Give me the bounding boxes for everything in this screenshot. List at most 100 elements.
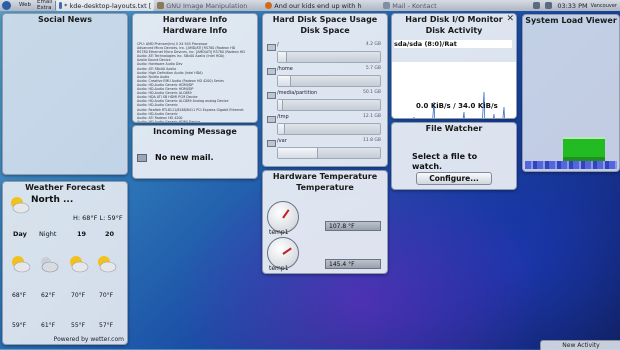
gauge-needle (282, 247, 292, 255)
swap-load-bar (525, 161, 617, 169)
file-watcher-widget: File Watcher Select a file to watch. Con… (391, 122, 517, 190)
hardware-info-widget: Hardware Info Hardware Info CPU: AMD Phe… (132, 13, 258, 123)
task-item-kde-layouts[interactable]: * kde-desktop-layouts.txt [ (56, 0, 155, 11)
temperature-sensor-2: temp1 (269, 265, 289, 272)
task-item-gimp[interactable]: GNU Image Manipulation (154, 0, 262, 11)
sun-cloud-icon (67, 255, 89, 273)
disk-usage-bar (277, 75, 381, 87)
drive-icon (267, 140, 276, 147)
incoming-message-widget: Incoming Message No new mail. (132, 125, 258, 179)
disk-usage-fill (278, 76, 292, 86)
web-email-launcher[interactable]: Web (16, 0, 34, 11)
text-editor-icon (59, 2, 63, 9)
high-temp: 70°F (99, 292, 114, 299)
hardware-info-line: Audio: Realtek RTL8111/8168/8411 PCI Exp… (137, 107, 244, 112)
configure-button[interactable]: Configure... (416, 172, 492, 185)
disk-row: /home 5.7 GB (267, 66, 383, 87)
widget-title: Incoming Message (153, 127, 237, 136)
device-label: sda/sda (8:0)/Rat (394, 40, 512, 48)
task-label: Mail - Kontact (392, 1, 437, 10)
widget-title: System Load Viewer (525, 16, 617, 25)
activity-graph-svg (413, 91, 505, 118)
disk-io-widget: Hard Disk I/O Monitor ✕ Disk Activity sd… (391, 13, 517, 119)
clock-location: Vancouver (590, 2, 617, 9)
sun-cloud-icon (95, 255, 117, 273)
io-rate: 0.0 KiB/s / 34.0 KiB/s (416, 102, 498, 110)
email-extra-launcher[interactable]: Email Extra (34, 0, 55, 11)
volume-icon[interactable] (545, 2, 553, 9)
widget-title: Hardware Info (162, 15, 228, 24)
disk-usage-bar (277, 147, 381, 159)
system-load-widget: System Load Viewer (522, 14, 620, 172)
sun-cloud-icon (8, 196, 30, 214)
disk-row: /tmp 12.1 GB (267, 114, 383, 135)
weather-highs-row: 68°F 62°F 70°F 70°F (3, 292, 127, 302)
high-temp: 68°F (12, 292, 27, 299)
high-temp: 62°F (41, 292, 56, 299)
widget-title: Hard Disk Space Usage (272, 15, 378, 24)
mail-icon (383, 2, 391, 9)
k-menu-button[interactable] (0, 0, 16, 11)
disk-usage-bar (277, 123, 381, 135)
incoming-message-text: No new mail. (155, 153, 214, 162)
disk-usage-bar (277, 51, 381, 63)
task-label: GNU Image Manipulation (166, 1, 248, 10)
social-news-widget: Social News (2, 13, 128, 175)
widget-title: File Watcher (425, 124, 483, 133)
widget-title: Hardware Temperature (272, 172, 378, 181)
weather-footer-link[interactable]: Powered by wetter.com (54, 336, 124, 343)
gimp-icon (157, 2, 165, 9)
network-icon[interactable] (533, 2, 541, 9)
widget-title: Social News (38, 15, 92, 24)
free-space: 12.1 GB (362, 114, 381, 119)
temperature-value-2: 145.4 °F (325, 259, 381, 269)
free-space: 5.7 GB (365, 66, 381, 71)
drive-icon (267, 92, 276, 99)
drive-icon (267, 44, 276, 51)
file-watcher-message: Select a file to watch. (412, 152, 478, 171)
drive-icon (267, 68, 276, 75)
hardware-info-line: Audio: HD-Audio Generic HDMI Device (137, 119, 201, 123)
disk-usage-fill (278, 148, 318, 158)
system-load-panel: System Load Viewer (522, 14, 620, 172)
close-icon[interactable]: ✕ (506, 14, 514, 25)
free-space: 4.2 GB (365, 42, 381, 47)
day-19-label: 19 (77, 230, 87, 238)
disk-row: /var 11.8 GB (267, 138, 383, 159)
mail-icon (137, 154, 147, 162)
browser-icon (265, 2, 273, 9)
weather-lows-row: 59°F 61°F 55°F 57°F (3, 322, 127, 332)
mount-point: /var (277, 138, 287, 144)
mount-point: /media/partition (277, 90, 318, 96)
low-temp: 59°F (12, 322, 27, 329)
disk-usage-fill (278, 52, 288, 62)
weather-widget: Weather Forecast North ... H: 68°F L: 59… (2, 181, 128, 345)
extra-label: Extra (37, 4, 52, 11)
weather-hilo: H: 68°F L: 59°F (73, 214, 123, 222)
widget-subtitle: Disk Activity (425, 26, 483, 35)
low-temp: 61°F (41, 322, 56, 329)
moon-cloud-icon (37, 255, 59, 273)
widget-title: Weather Forecast (25, 183, 105, 192)
task-label: And our kids end up with h (274, 1, 362, 10)
temperature-value-1: 107.8 °F (325, 221, 381, 231)
sun-cloud-icon (9, 255, 31, 273)
temperature-sensor-1: temp1 (269, 229, 289, 236)
low-temp: 57°F (99, 322, 114, 329)
taskbar: Web Email Extra * kde-desktop-layouts.tx… (0, 0, 620, 11)
disk-usage-fill (278, 100, 284, 110)
clock-time[interactable]: 03:33 PM (557, 2, 587, 10)
widget-subtitle: Temperature (296, 183, 354, 192)
high-temp: 70°F (71, 292, 86, 299)
day-20-label: 20 (105, 230, 115, 238)
disk-row: /media/partition 50.1 GB (267, 90, 383, 111)
widget-subtitle: Hardware Info (162, 26, 228, 35)
night-label: Night (39, 230, 57, 238)
disk-usage-bar (277, 99, 381, 111)
day-label: Day (13, 230, 27, 238)
task-item-browser[interactable]: And our kids end up with h (262, 0, 380, 11)
mount-point: / (277, 42, 279, 48)
k-menu-icon (2, 1, 11, 10)
task-item-kontact[interactable]: Mail - Kontact (380, 0, 458, 11)
weather-day-headers: Day Night 19 20 (3, 230, 127, 240)
